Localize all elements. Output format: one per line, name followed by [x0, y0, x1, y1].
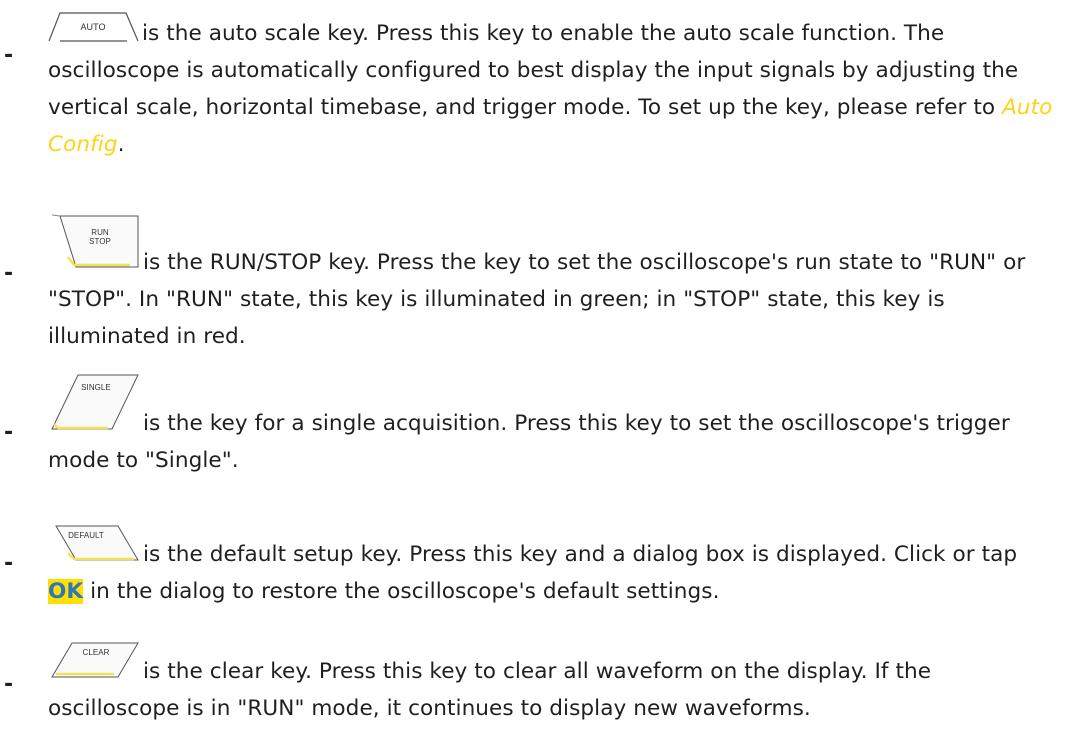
- single-description: is the key for a single acquisition. Pre…: [48, 411, 1010, 473]
- bullet-dash: -: [4, 261, 14, 286]
- bullet-dash: -: [4, 43, 14, 68]
- clear-key-icon: CLEAR: [51, 642, 139, 678]
- auto-description-end: .: [117, 132, 125, 157]
- item-text-run-stop: RUN STOP is the RUN/STOP key. Press the …: [48, 214, 1058, 355]
- default-key-label: DEFAULT: [68, 531, 104, 540]
- bullet-dash: -: [4, 672, 14, 697]
- clear-key-label: CLEAR: [83, 648, 110, 657]
- item-text-default: DEFAULT is the default setup key. Press …: [48, 525, 1058, 610]
- run-stop-key-icon: RUN STOP: [51, 214, 139, 268]
- single-key-icon: SINGLE: [51, 374, 139, 430]
- item-text-auto: AUTO is the auto scale key. Press this k…: [48, 12, 1058, 163]
- bullet-dash: -: [4, 551, 14, 576]
- default-description: is the default setup key. Press this key…: [143, 542, 1018, 567]
- auto-key-label: AUTO: [80, 22, 105, 32]
- stop-key-label: STOP: [89, 237, 111, 246]
- run-stop-description: is the RUN/STOP key. Press the key to se…: [48, 250, 1026, 349]
- default-key-icon: DEFAULT: [55, 525, 139, 561]
- run-key-label: RUN: [91, 228, 109, 237]
- item-text-clear: CLEAR is the clear key. Press this key t…: [48, 642, 1058, 727]
- default-description-end: in the dialog to restore the oscilloscop…: [83, 579, 720, 604]
- document-page: - AUTO is the auto scale key. Press this…: [0, 0, 1067, 736]
- single-key-label: SINGLE: [81, 383, 111, 392]
- auto-description: is the auto scale key. Press this key to…: [48, 21, 1019, 120]
- auto-key-icon: AUTO: [48, 12, 139, 42]
- clear-description: is the clear key. Press this key to clea…: [48, 659, 932, 721]
- item-text-single: SINGLE is the key for a single acquisiti…: [48, 374, 1058, 479]
- ok-highlight: OK: [48, 579, 84, 604]
- bullet-dash: -: [4, 420, 14, 445]
